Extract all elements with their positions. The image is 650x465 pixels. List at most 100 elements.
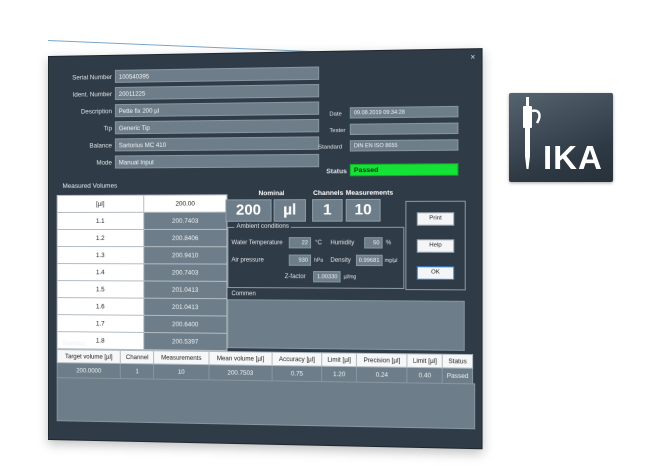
statistics-cell: 1.20 [321,366,357,383]
tester-field[interactable] [349,122,459,136]
water-temperature-unit: °C [315,240,322,247]
mode-field[interactable]: Manual Input [114,153,320,169]
serial-number-label: Serial Number [72,73,112,82]
measured-volume-row: 1.7 200.6400 [57,314,227,334]
help-button[interactable]: Help [416,239,455,253]
statistics-cell: Passed [442,367,473,384]
ambient-conditions-group: Ambient conditions Water Temperature 22 … [227,222,405,290]
humidity-field[interactable]: 50 [364,237,383,249]
nominal-unit: µl [273,199,306,222]
measurement-value[interactable]: 200.6400 [143,315,227,334]
measurement-value[interactable]: 200.9410 [143,246,227,265]
air-pressure-field[interactable]: 930 [288,254,312,266]
humidity-label: Humidity [330,240,355,247]
statistics-header-cell: Channel [120,350,154,364]
statistics-header-cell: Limit [µl] [407,353,443,368]
standard-field[interactable]: DIN EN ISO 8655 [349,139,459,152]
statistics-cell: 10 [153,363,209,380]
statistics-cell: 0.75 [272,365,322,382]
density-field[interactable]: 0.99681 [355,254,383,267]
density-unit: mg/µl [384,257,398,265]
ident-number-field[interactable]: 20011225 [114,83,320,101]
status-field: Passed [349,163,459,177]
measurements-value: 10 [345,198,381,222]
statistics-cell: 1 [120,363,154,380]
statistics-header-cell: Measurements [153,350,209,365]
nominal-label: Nominal [258,189,285,198]
measured-volume-row: 1.6 201.0413 [57,297,227,317]
button-panel: Print Help OK [405,200,466,291]
serial-number-field[interactable]: 100540395 [114,66,320,83]
close-icon[interactable]: × [470,52,475,61]
statistics-header-cell: Precision [µl] [356,353,408,368]
z-factor-label: Z-factor [284,273,306,281]
ambient-conditions-title: Ambient conditions [234,222,292,230]
measurement-index: 1.3 [57,246,144,264]
measurement-index: 1.6 [57,297,144,316]
ident-number-label: Ident. Number [72,91,112,99]
channels-label: Channels [313,189,344,198]
measurement-index: 1.5 [57,280,144,299]
status-label: Status [326,168,347,176]
measured-volume-row: 1.4 200.7403 [57,263,227,282]
measured-volume-row: 1.5 201.0413 [57,280,227,299]
measurements-label: Measurements [345,189,394,197]
statistics-header-cell: Mean volume [µl] [208,351,273,366]
measurement-value[interactable]: 201.0413 [143,298,227,317]
description-field[interactable]: Pette fix 200 µl [114,101,320,118]
date-field[interactable]: 09.08.2019 09:34:28 [349,105,459,119]
measured-volume-row: 1.1 200.7403 [57,212,227,230]
measurement-value[interactable]: 200.8406 [143,229,227,247]
print-button[interactable]: Print [416,212,455,226]
measurement-index: 1.2 [57,229,144,247]
nominal-value: 200 [225,199,272,222]
statistics-cell: 0.24 [356,366,408,383]
unit-header: [µl] [57,195,144,213]
measured-volume-row: 1.2 200.8406 [57,229,227,247]
tester-label: Tester [329,127,346,135]
air-pressure-unit: hPa [314,257,324,264]
measurement-index: 1.7 [57,314,144,333]
air-pressure-label: Air pressure [231,257,264,264]
balance-label: Balance [89,142,112,150]
statistics-header-cell: Target volume [µl] [57,349,121,364]
nominal-header: 200.00 [143,194,227,213]
statistics-header-cell: Limit [µl] [321,352,357,367]
statistics-header-cell: Accuracy [µl] [272,352,322,367]
date-label: Date [329,111,342,118]
statistics-empty-area [56,377,476,430]
measurement-value[interactable]: 200.7403 [143,263,227,282]
channels-value: 1 [312,199,343,222]
measured-volumes-title: Measured Volumes [62,182,118,190]
tip-label: Tip [103,125,112,133]
measured-volumes-header-row: [µl] 200.00 [57,194,227,213]
measurement-index: 1.1 [57,212,144,230]
comment-label: Commen [231,291,256,298]
ok-button[interactable]: OK [416,266,455,280]
measurement-value[interactable]: 200.7403 [143,212,227,230]
statistics-title: Statistics [62,341,86,348]
measurement-value[interactable]: 201.0413 [143,280,227,299]
water-temperature-label: Water Temperature [231,240,283,247]
ika-logo: IKA [509,93,613,182]
description-label: Description [80,108,112,116]
humidity-unit: % [385,240,392,247]
measurement-index: 1.4 [57,263,144,281]
statistics-cell: 200.7503 [208,364,273,381]
balance-field[interactable]: Sartorius MC 410 [114,136,320,152]
statistics-cell: 200.0000 [57,362,121,379]
water-temperature-field[interactable]: 22 [288,237,312,249]
logo-text: IKA [543,139,603,176]
measured-volume-row: 1.3 200.9410 [57,246,227,265]
calibration-window: × Serial Number 100540395 Ident. Number … [48,48,483,450]
density-label: Density [330,257,351,264]
comment-textarea[interactable] [227,299,465,351]
z-factor-field[interactable]: 1.00330 [313,271,341,283]
z-factor-unit: µl/mg [343,274,357,281]
statistics-header-cell: Status [442,354,473,369]
standard-label: Standard [318,144,343,151]
measurement-value[interactable]: 200.5397 [143,332,227,351]
tip-field[interactable]: Generic Tip [114,118,320,135]
statistics-cell: 0.40 [407,367,443,384]
mode-label: Mode [96,159,112,167]
